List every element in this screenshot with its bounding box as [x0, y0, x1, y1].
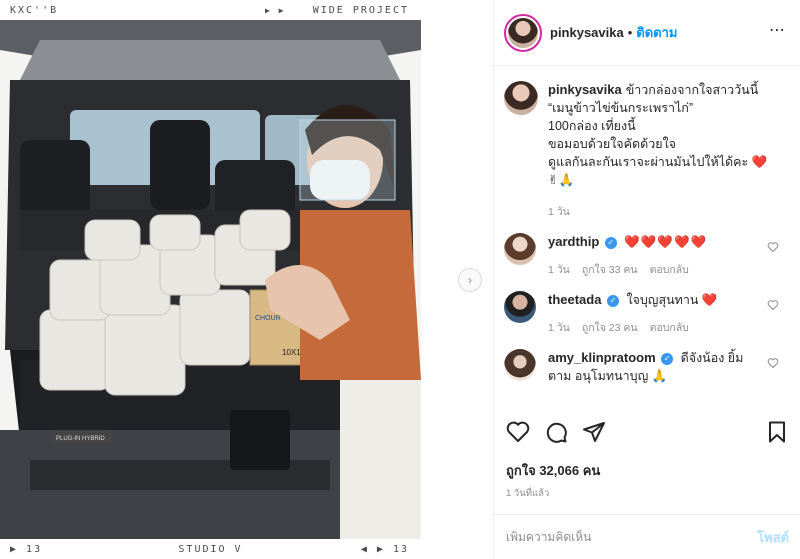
caption-line: ดูแลกันละกันเราจะผ่านมันไปให้ได้คะ ❤️	[548, 155, 769, 169]
follow-button[interactable]: ติดตาม	[636, 22, 677, 43]
play-arrows-icon: ▶ ▶	[265, 5, 286, 15]
verified-badge-icon: ✓	[604, 236, 617, 249]
verified-badge-icon: ✓	[606, 294, 619, 307]
share-icon[interactable]	[582, 420, 606, 444]
comment-likes[interactable]: ถูกใจ 33 คน	[582, 261, 638, 279]
caption-avatar[interactable]	[504, 81, 538, 115]
caption-line: “เมนูข้าวไข่ข้นกระเพราไก่”	[548, 101, 693, 115]
pray-emoji: 🙏	[651, 369, 668, 383]
likes-count[interactable]: ถูกใจ 32,066 คน	[506, 460, 600, 481]
like-comment-icon[interactable]	[767, 357, 779, 369]
like-comment-icon[interactable]	[767, 241, 779, 253]
comment-item: amy_klinpratoom ✓ ดีจังน้อง ยิ้มตาม อนุโ…	[504, 349, 789, 385]
photo-label-bottom-right: ◀ ▶ 13	[360, 543, 409, 555]
photo-frame-top: KXC''B ▶ ▶ WIDE PROJECT	[0, 0, 421, 20]
hybrid-badge: PLUG-IN HYBRID	[56, 436, 105, 442]
comment-icon[interactable]	[544, 420, 568, 444]
comment-text: ใจบุญสุนทาน	[626, 293, 699, 307]
heart-emoji: ❤️	[701, 293, 719, 307]
commenter-username[interactable]: yardthip	[548, 234, 599, 249]
photo-label-bottom-left: ▶ 13	[10, 543, 43, 555]
author-username[interactable]: pinkysavika	[550, 25, 624, 40]
more-options-icon[interactable]: ⋯	[769, 23, 786, 39]
commenter-username[interactable]: amy_klinpratoom	[548, 350, 656, 365]
comment-item: yardthip ✓ ❤️❤️❤️❤️❤️ 1 วัน ถูกใจ 33 คน …	[504, 233, 789, 279]
caption-line: 100กล่อง เที่ยงนี้	[548, 119, 636, 133]
heart-icon[interactable]	[506, 420, 530, 444]
comment-item: theetada ✓ ใจบุญสุนทาน ❤️ 1 วัน ถูกใจ 23…	[504, 291, 789, 337]
commenter-avatar[interactable]	[504, 291, 536, 323]
verified-badge-icon: ✓	[661, 352, 674, 365]
caption-time: 1 วัน	[548, 206, 570, 218]
commenter-avatar[interactable]	[504, 233, 536, 265]
post-comment-button[interactable]: โพสต์	[757, 527, 789, 548]
photo-label-top-right: WIDE PROJECT	[312, 4, 409, 16]
separator-dot: •	[627, 25, 633, 40]
post-header: pinkysavika • ติดตาม ⋯	[494, 0, 800, 66]
post-actions	[506, 420, 789, 450]
reply-button[interactable]: ตอบกลับ	[650, 261, 689, 279]
heart-emoji: ❤️	[751, 155, 769, 169]
photo-label-bottom-center: STUDIO V	[178, 543, 243, 555]
commenter-username[interactable]: theetada	[548, 292, 601, 307]
post-image[interactable]: KXC''B ▶ ▶ WIDE PROJECT PLUG-IN HYBRID C…	[0, 0, 421, 559]
caption: pinkysavika ข้าวกล่องจากใจสาววันนี้ “เมนู…	[504, 81, 789, 221]
caption-line: ขอมอบด้วยใจคัดด้วยใจ	[548, 137, 676, 151]
caption-username[interactable]: pinkysavika	[548, 82, 622, 97]
comment-likes[interactable]: ถูกใจ 23 คน	[582, 319, 638, 337]
post-timestamp: 1 วันที่แล้ว	[506, 488, 550, 499]
commenter-avatar[interactable]	[504, 349, 536, 381]
bookmark-icon[interactable]	[765, 420, 789, 444]
carousel-next-button[interactable]: ›	[458, 268, 482, 292]
post-panel: pinkysavika • ติดตาม ⋯ pinkysavika ข้าวกล…	[493, 0, 800, 559]
car-trunk-photo: PLUG-IN HYBRID CHOUR 10X1	[0, 20, 421, 539]
caption-text: pinkysavika ข้าวกล่องจากใจสาววันนี้ “เมนู…	[548, 81, 778, 221]
like-comment-icon[interactable]	[767, 299, 779, 311]
caption-emoji-line: ✌🙏	[548, 173, 575, 187]
reply-button[interactable]: ตอบกลับ	[650, 319, 689, 337]
comment-box: โพสต์	[494, 514, 800, 559]
caption-line: ข้าวกล่องจากใจสาววันนี้	[625, 83, 759, 97]
box-brand: CHOUR	[255, 315, 281, 322]
add-comment-input[interactable]	[506, 530, 758, 544]
comments-list: pinkysavika ข้าวกล่องจากใจสาววันนี้ “เมนู…	[494, 67, 800, 405]
chevron-right-icon: ›	[468, 273, 472, 287]
comment-time: 1 วัน	[548, 264, 570, 276]
author-avatar[interactable]	[504, 13, 542, 52]
box-label: 10X1	[282, 348, 301, 357]
comment-time: 1 วัน	[548, 322, 570, 334]
photo-frame-bottom: ▶ 13 STUDIO V ◀ ▶ 13	[0, 539, 421, 559]
comment-text: ❤️❤️❤️❤️❤️	[624, 235, 708, 249]
photo-label-top-left: KXC''B	[10, 4, 59, 16]
